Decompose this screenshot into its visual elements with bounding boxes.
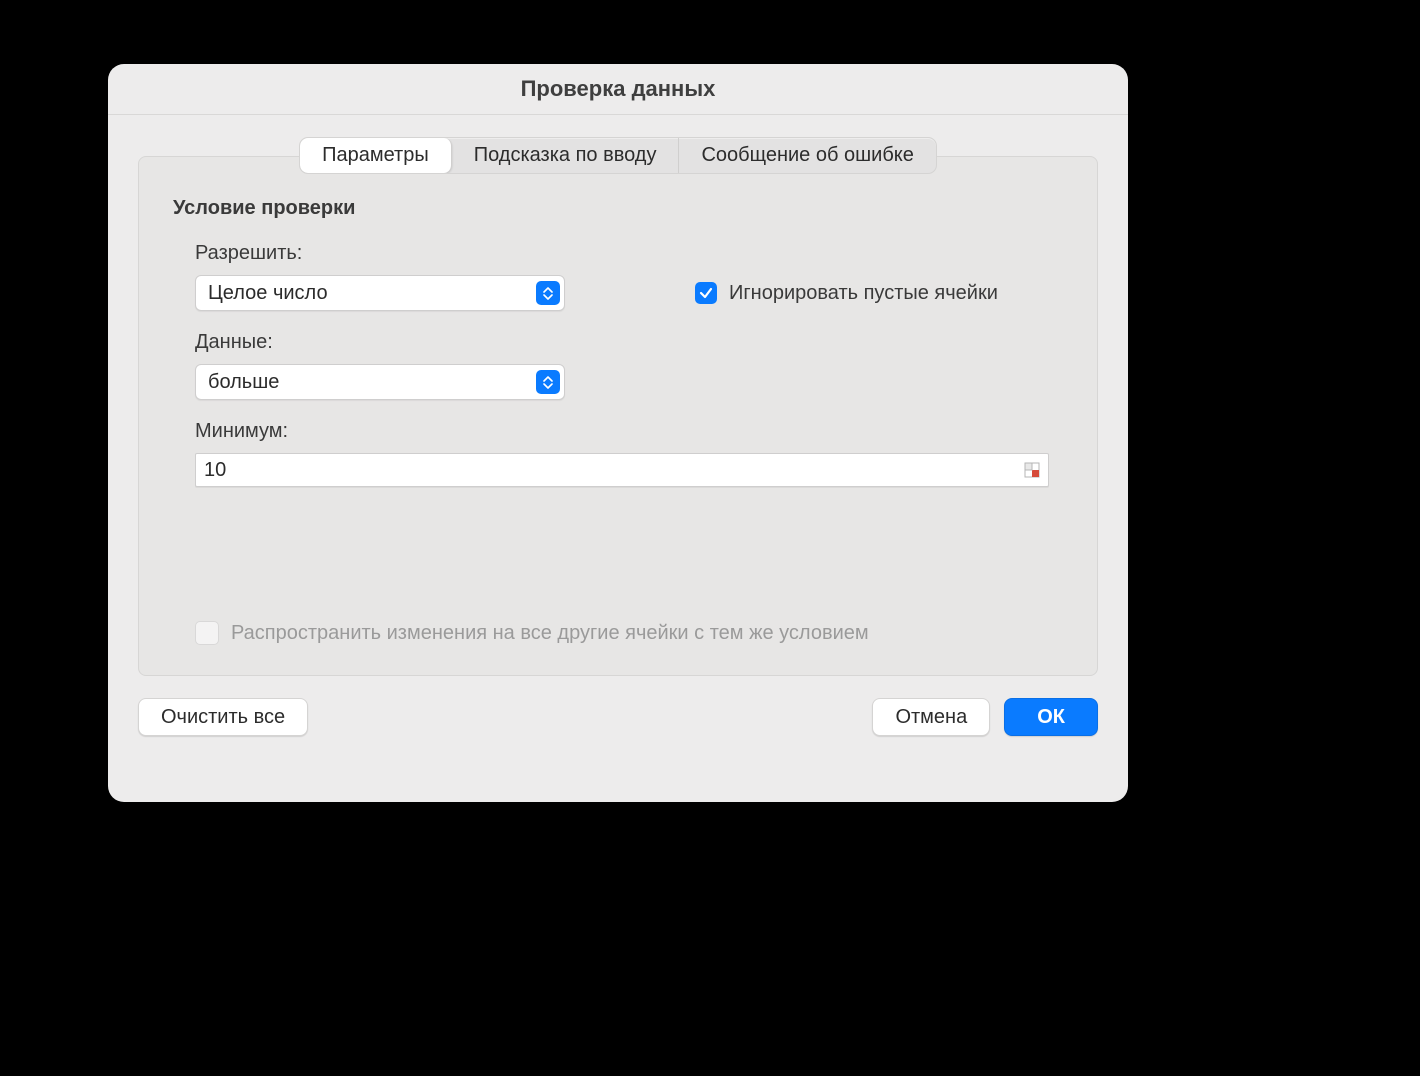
- ignore-blank-checkbox[interactable]: [695, 282, 717, 304]
- chevron-up-down-icon: [536, 281, 560, 305]
- chevron-up-down-icon: [536, 370, 560, 394]
- data-select[interactable]: больше: [195, 364, 565, 400]
- allow-label: Разрешить:: [195, 242, 1063, 265]
- cell-reference-icon[interactable]: [1022, 460, 1042, 480]
- ignore-blank-label: Игнорировать пустые ячейки: [729, 282, 998, 305]
- dialog-button-row: Очистить все Отмена ОК: [138, 698, 1098, 736]
- allow-select[interactable]: Целое число: [195, 275, 565, 311]
- parameters-panel: Условие проверки Разрешить: Целое число …: [138, 156, 1098, 676]
- ok-button[interactable]: ОК: [1004, 698, 1098, 736]
- propagate-changes-checkbox: [195, 621, 219, 645]
- clear-all-button[interactable]: Очистить все: [138, 698, 308, 736]
- validation-condition-heading: Условие проверки: [173, 197, 1063, 220]
- minimum-input[interactable]: 10: [195, 453, 1049, 487]
- data-label: Данные:: [195, 331, 1063, 354]
- allow-select-value: Целое число: [196, 282, 328, 305]
- data-validation-dialog: Проверка данных Параметры Подсказка по в…: [108, 64, 1128, 802]
- tab-error-message[interactable]: Сообщение об ошибке: [679, 138, 935, 173]
- tab-bar: Параметры Подсказка по вводу Сообщение о…: [299, 137, 937, 174]
- propagate-changes-label: Распространить изменения на все другие я…: [231, 622, 869, 645]
- cancel-button[interactable]: Отмена: [872, 698, 990, 736]
- minimum-input-value: 10: [196, 459, 226, 482]
- data-select-value: больше: [196, 371, 279, 394]
- dialog-title: Проверка данных: [108, 64, 1128, 115]
- tab-input-hint[interactable]: Подсказка по вводу: [452, 138, 680, 173]
- tab-parameters[interactable]: Параметры: [300, 138, 452, 173]
- minimum-label: Минимум:: [195, 420, 1063, 443]
